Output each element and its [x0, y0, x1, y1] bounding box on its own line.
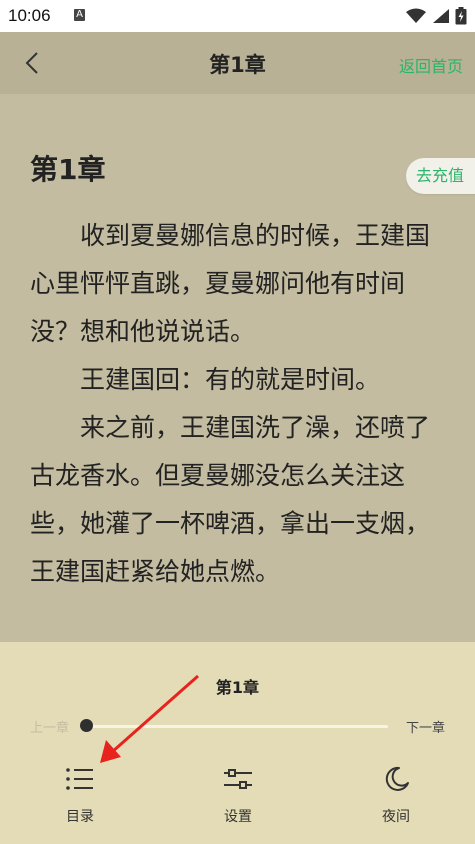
status-time: 10:06 — [8, 6, 51, 25]
next-chapter-button[interactable]: 下一章 — [406, 717, 445, 736]
paragraph: 王建国回：有的就是时间。 — [80, 365, 381, 394]
sliders-icon — [224, 769, 252, 789]
notification-icon: A — [74, 9, 85, 21]
chapter-heading: 第1章 — [30, 153, 106, 186]
prev-chapter-button[interactable]: 上一章 — [30, 717, 69, 736]
current-chapter-title: 第1章 — [215, 678, 260, 697]
tool-label: 设置 — [224, 809, 252, 825]
signal-icon — [432, 9, 449, 23]
list-icon — [66, 768, 93, 790]
paragraph: 收到夏曼娜信息的时候，王建国心里怦怦直跳，夏曼娜问他有时间没？想和他说说话。 — [30, 221, 431, 346]
tool-label: 目录 — [66, 809, 94, 825]
tool-label: 夜间 — [382, 809, 410, 825]
status-icons — [406, 6, 467, 26]
reader-control-panel: 第1章 上一章 下一章 目录 设置 夜间 — [0, 642, 475, 844]
recharge-button[interactable]: 去充值 — [406, 158, 475, 194]
moon-icon — [385, 766, 409, 791]
slider-handle[interactable] — [79, 719, 93, 732]
battery-icon — [455, 7, 467, 25]
wifi-icon — [406, 8, 427, 23]
paragraph: 来之前，王建国洗了澡，还喷了古龙香水。但夏曼娜没怎么关注这些，她灌了一杯啤酒，拿… — [30, 413, 431, 586]
status-bar: 10:06 A — [0, 0, 475, 32]
chapter-text: 收到夏曼娜信息的时候，王建国心里怦怦直跳，夏曼娜问他有时间没？想和他说说话。 王… — [30, 212, 445, 596]
chapter-progress-slider[interactable] — [86, 725, 388, 728]
settings-button[interactable]: 设置 — [188, 766, 288, 826]
reader-header: 第1章 返回首页 — [0, 32, 475, 94]
back-to-home-link[interactable]: 返回首页 — [399, 53, 463, 77]
reading-area[interactable]: 第1章 去充值 收到夏曼娜信息的时候，王建国心里怦怦直跳，夏曼娜问他有时间没？想… — [0, 94, 475, 642]
table-of-contents-button[interactable]: 目录 — [30, 766, 130, 826]
night-mode-button[interactable]: 夜间 — [346, 766, 446, 826]
